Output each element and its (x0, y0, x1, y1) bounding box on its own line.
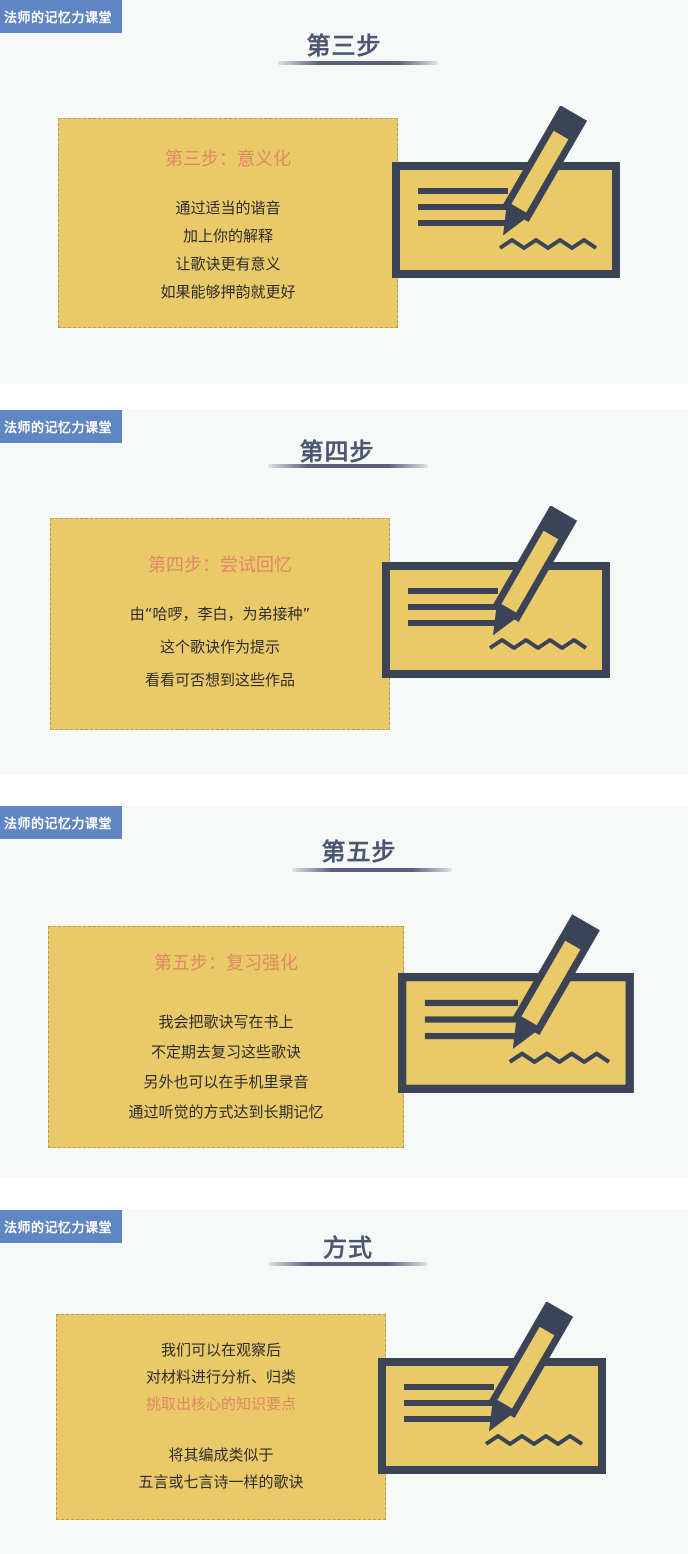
title-underline (268, 464, 428, 468)
card-line: 由“哈啰，李白，为弟接种” (129, 605, 311, 623)
card-line: 五言或七言诗一样的歌诀 (138, 1473, 304, 1491)
card-line: 这个歌诀作为提示 (159, 638, 280, 656)
content-card: 第四步：尝试回忆 由“哈啰，李白，为弟接种” 这个歌诀作为提示 看看可否想到这些… (50, 518, 390, 730)
card-line: 另外也可以在手机里录音 (143, 1073, 309, 1091)
slide-step-five: 法师的记忆力课堂 第五步 第五步：复习强化 我会把歌诀写在书上 不定期去复习这些… (0, 806, 688, 1178)
slide-method: 法师的记忆力课堂 方式 我们可以在观察后 对材料进行分析、归类 挑取出核心的知识… (0, 1210, 688, 1554)
slide-title: 第四步 (299, 438, 375, 466)
content-card: 我们可以在观察后 对材料进行分析、归类 挑取出核心的知识要点 将其编成类似于 五… (56, 1314, 386, 1520)
card-heading: 第五步：复习强化 (154, 953, 298, 974)
card-line: 看看可否想到这些作品 (144, 671, 295, 689)
card-line: 我会把歌诀写在书上 (158, 1013, 294, 1031)
slide-title: 第五步 (321, 838, 397, 866)
pen-writing-on-card-icon (392, 106, 620, 278)
slide-title: 第三步 (306, 32, 382, 60)
content-card: 第五步：复习强化 我会把歌诀写在书上 不定期去复习这些歌诀 另外也可以在手机里录… (48, 926, 404, 1148)
card-line: 不定期去复习这些歌诀 (150, 1043, 301, 1061)
card-line: 我们可以在观察后 (160, 1341, 281, 1359)
pen-writing-on-card-icon (378, 1302, 606, 1474)
card-line: 对材料进行分析、归类 (145, 1368, 296, 1386)
title-underline (292, 868, 452, 872)
content-card: 第三步：意义化 通过适当的谐音 加上你的解释 让歌诀更有意义 如果能够押韵就更好 (58, 118, 398, 328)
slide-step-four: 法师的记忆力课堂 第四步 第四步：尝试回忆 由“哈啰，李白，为弟接种” 这个歌诀… (0, 410, 688, 774)
slide-step-three: 法师的记忆力课堂 第三步 第三步：意义化 通过适当的谐音 加上你的解释 让歌诀更… (0, 0, 688, 384)
card-line: 通过听觉的方式达到长期记忆 (128, 1103, 324, 1121)
slide-title: 方式 (323, 1234, 373, 1262)
title-underline (278, 61, 438, 65)
card-line: 通过适当的谐音 (175, 199, 281, 217)
pen-writing-on-card-icon (398, 914, 634, 1093)
card-line: 加上你的解释 (182, 227, 273, 245)
card-line-highlight: 挑取出核心的知识要点 (145, 1395, 296, 1413)
card-line: 让歌诀更有意义 (175, 255, 281, 273)
card-line: 将其编成类似于 (168, 1446, 274, 1464)
card-line: 如果能够押韵就更好 (160, 283, 296, 301)
pen-writing-on-card-icon (382, 506, 610, 678)
card-heading: 第三步：意义化 (165, 149, 291, 170)
card-heading: 第四步：尝试回忆 (148, 555, 292, 576)
title-underline (268, 1262, 428, 1266)
